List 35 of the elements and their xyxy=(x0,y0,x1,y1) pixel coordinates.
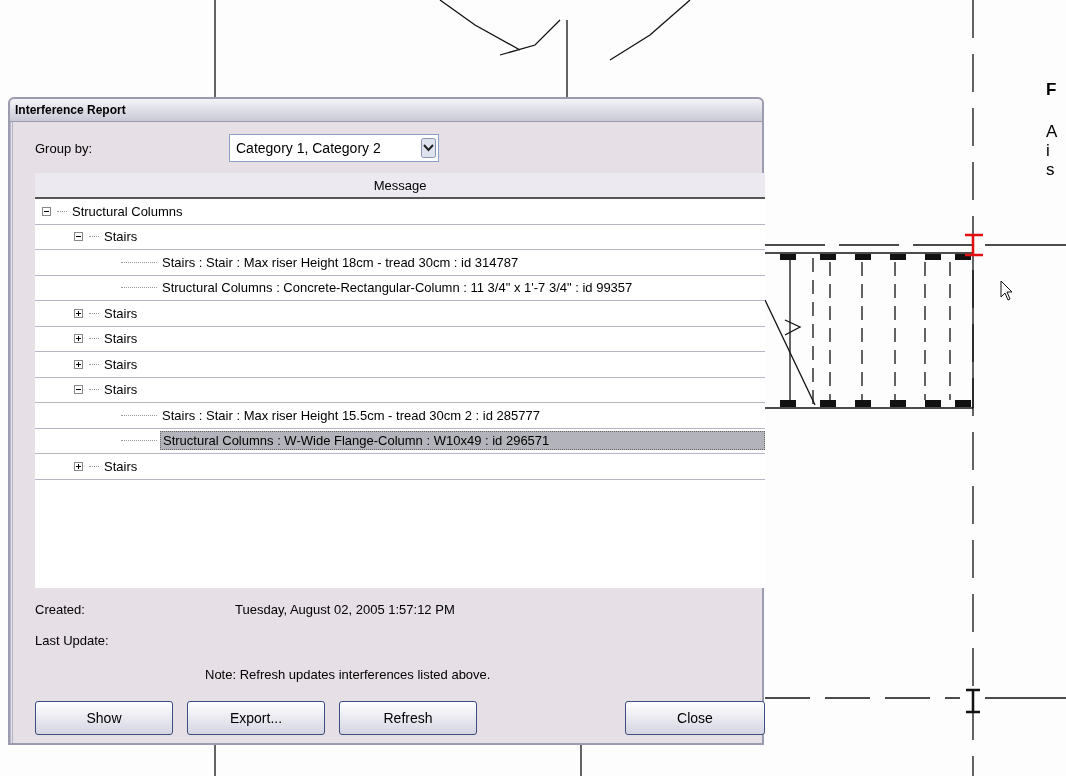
window-title: Interference Report xyxy=(15,103,126,117)
dialog-button[interactable]: Show xyxy=(35,701,173,735)
expand-icon[interactable] xyxy=(74,308,83,318)
side-text: s xyxy=(1046,160,1056,179)
info-value: Tuesday, August 02, 2005 1:57:12 PM xyxy=(235,602,455,617)
tree-node[interactable]: Stairs xyxy=(102,330,140,348)
tree-item[interactable]: Structural Columns : W-Wide Flange-Column : W10x49 : id 296571 xyxy=(160,431,765,451)
collapse-icon[interactable] xyxy=(42,206,51,216)
tree-node[interactable]: Structural Columns xyxy=(70,202,185,220)
tree-item[interactable]: Stairs : Stair : Max riser Height 18cm - tread 30cm : id 314787 xyxy=(160,253,521,271)
side-text: i xyxy=(1046,141,1051,160)
dialog-button[interactable]: Export... xyxy=(187,701,325,735)
dialog-button[interactable]: Refresh xyxy=(339,701,477,735)
tree-node[interactable]: Stairs xyxy=(102,355,140,373)
tree-node[interactable]: Stairs xyxy=(102,381,140,399)
tree-node[interactable]: Stairs xyxy=(102,457,140,475)
side-text: A xyxy=(1046,122,1058,141)
info-label: Created: xyxy=(35,602,86,617)
column-header[interactable]: Message xyxy=(35,173,765,199)
group-by-dropdown[interactable]: Category 1, Category 2 xyxy=(229,134,439,162)
tree-item[interactable]: Structural Columns : Concrete-Rectangular-Column : 11 3/4" x 1'-7 3/4" : id 99357 xyxy=(160,279,635,297)
info-label: Last Update: xyxy=(35,633,110,648)
note-text: Note: Refresh updates interferences listed above. xyxy=(205,667,492,682)
expand-icon[interactable] xyxy=(74,359,83,369)
tree-item[interactable]: Stairs : Stair : Max riser Height 15.5cm - tread 30cm 2 : id 285777 xyxy=(160,406,542,424)
collapse-icon[interactable] xyxy=(74,385,83,395)
group-by-label: Group by: xyxy=(35,140,94,156)
side-heading: F xyxy=(1046,80,1058,100)
cursor-icon xyxy=(1000,280,1014,302)
tree-node[interactable]: Stairs xyxy=(102,304,140,322)
expand-icon[interactable] xyxy=(74,334,83,344)
dialog-button[interactable]: Close xyxy=(625,701,765,735)
tree-node[interactable]: Stairs xyxy=(102,228,140,246)
collapse-icon[interactable] xyxy=(74,232,83,242)
expand-icon[interactable] xyxy=(74,461,83,471)
